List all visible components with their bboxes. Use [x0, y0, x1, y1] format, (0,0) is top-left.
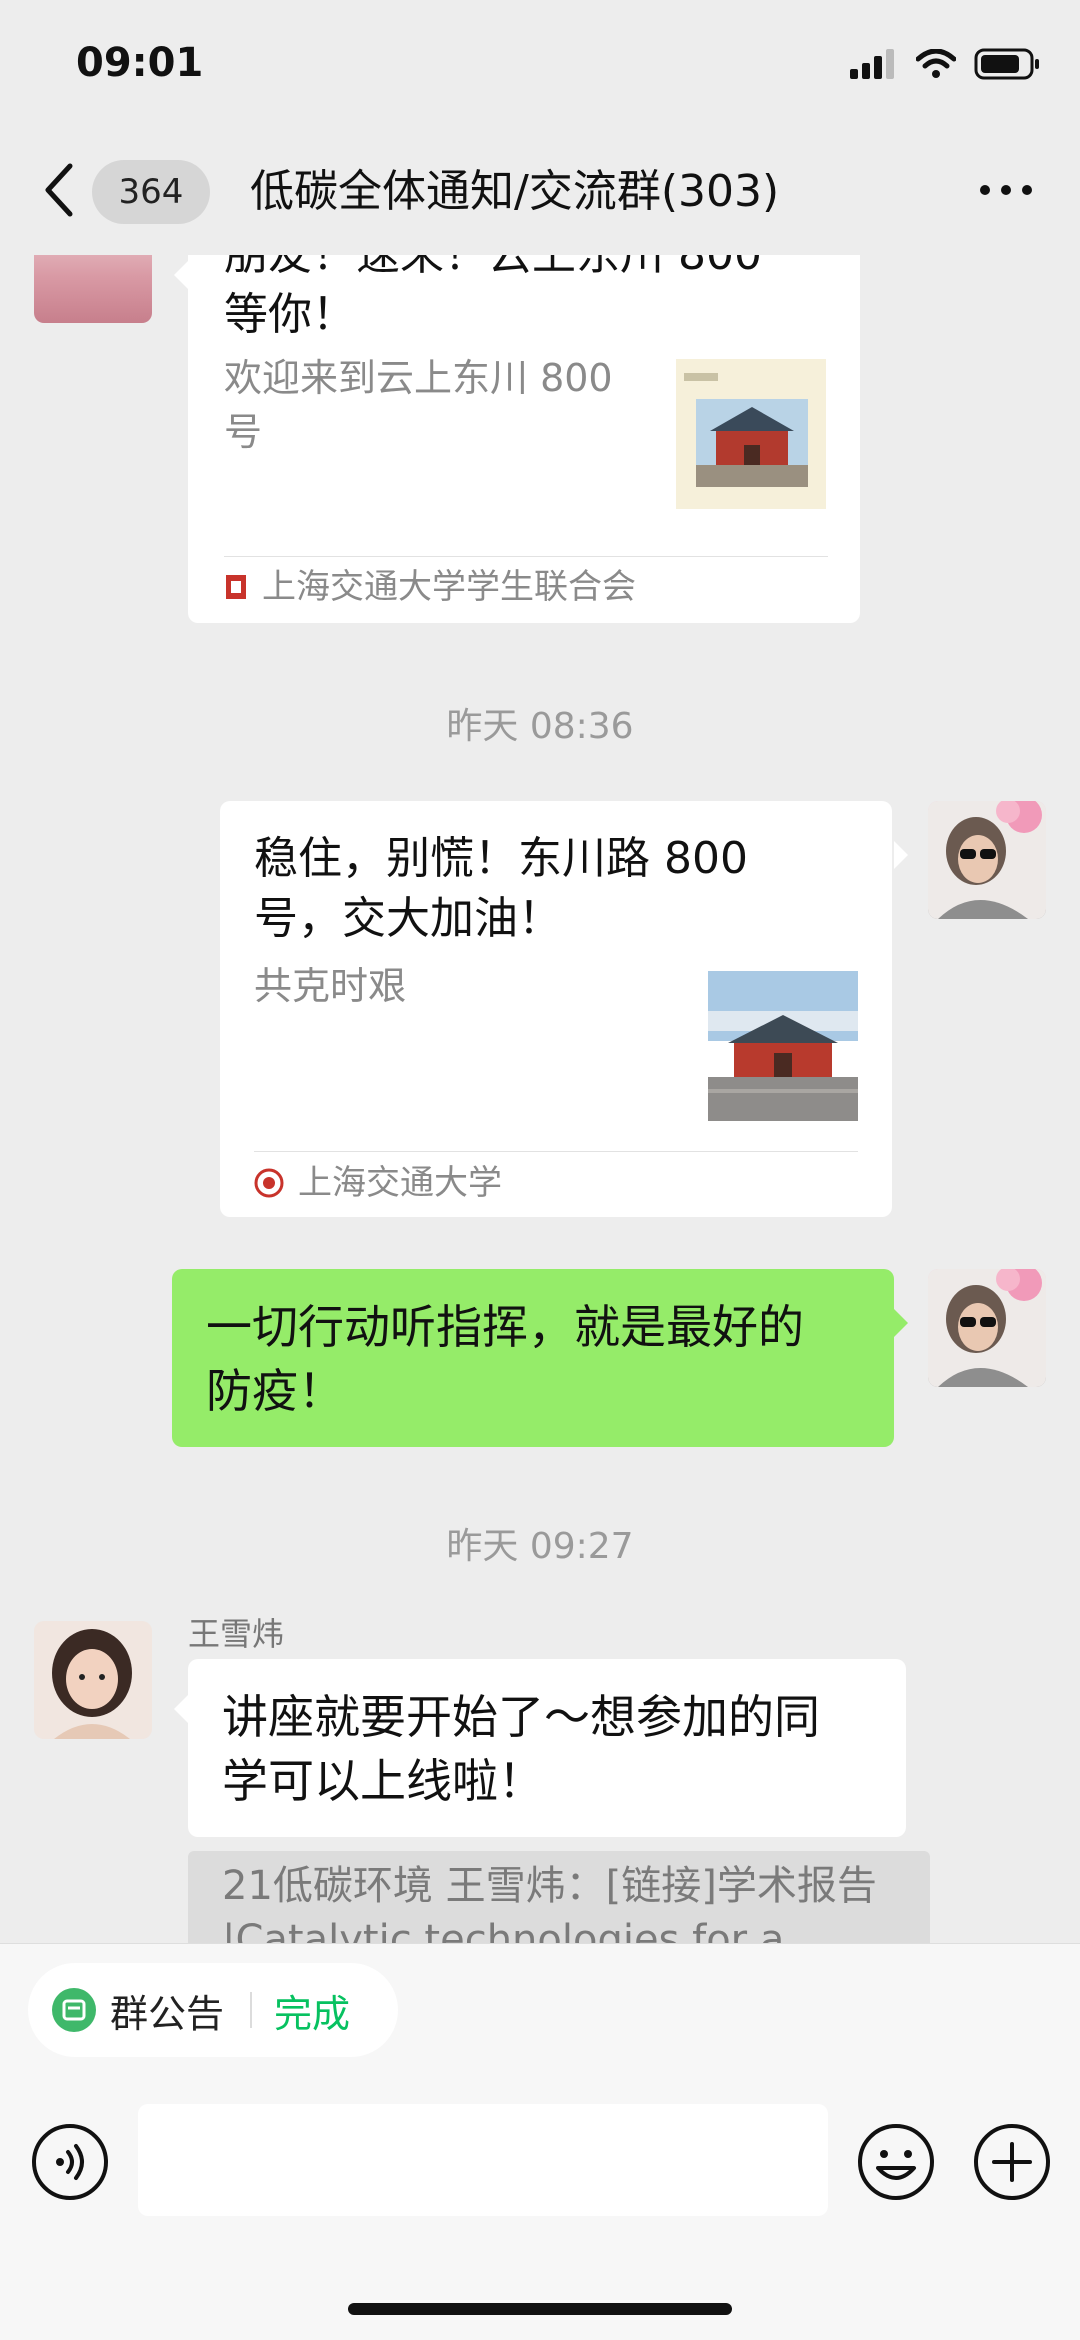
voice-icon[interactable] [30, 2122, 110, 2202]
timestamp: 昨天 09:27 [446, 1526, 634, 1567]
quote-line1: 21低碳环境 王雪炜：[链接]学术报告 [222, 1863, 877, 1909]
self-avatar[interactable] [928, 1269, 1046, 1387]
card-title-line1: 朋友！速来！云上东川 800 [224, 255, 762, 285]
card-source: 上海交通大学学生联合会 [224, 565, 636, 609]
chip-divider [250, 1992, 253, 2028]
card-divider [254, 1151, 858, 1152]
link-card[interactable]: 稳住，别慌！东川路 800 号，交大加油！ 共克时艰 上海交通大学 [220, 801, 892, 1217]
bubble-text-line2: 防疫！ [206, 1364, 344, 1418]
bubble-tail [894, 1309, 908, 1337]
source-logo-icon [226, 575, 246, 599]
more-dots-icon[interactable] [980, 172, 1040, 208]
sender-avatar[interactable] [34, 1621, 152, 1739]
signal-icon [850, 49, 894, 79]
emoji-icon[interactable] [856, 2122, 936, 2202]
message-input[interactable] [138, 2104, 828, 2216]
sender-avatar[interactable] [34, 255, 152, 323]
timestamp: 昨天 08:36 [446, 706, 634, 747]
quote-line2: |Catalytic technologies for a [222, 1917, 785, 1943]
bubble-tail [174, 261, 188, 289]
notice-label: 群公告 [110, 1991, 225, 2036]
card-title-line1: 稳住，别慌！东川路 800 [254, 833, 748, 884]
chat-title: 低碳全体通知/交流群(303) [250, 166, 780, 217]
quote-reference[interactable]: 21低碳环境 王雪炜：[链接]学术报告 |Catalytic technolog… [188, 1851, 930, 1943]
unread-count-badge[interactable]: 364 [92, 160, 210, 224]
card-source-label: 上海交通大学学生联合会 [262, 567, 636, 607]
bubble-text-line1: 讲座就要开始了～想参加的同 [222, 1690, 820, 1744]
back-chevron-icon[interactable] [40, 160, 80, 220]
status-icons [850, 48, 1040, 80]
self-avatar[interactable] [928, 801, 1046, 919]
card-desc-line2: 号 [224, 410, 263, 454]
card-divider [224, 556, 828, 557]
source-logo-icon [254, 1168, 284, 1198]
battery-icon [974, 48, 1039, 80]
sender-name: 王雪炜 [188, 1615, 285, 1653]
bubble-text-line1: 一切行动听指挥，就是最好的 [206, 1300, 804, 1354]
text-bubble-outgoing[interactable]: 一切行动听指挥，就是最好的 防疫！ [172, 1269, 894, 1447]
plus-icon[interactable] [972, 2122, 1052, 2202]
card-title-line2: 号，交大加油！ [254, 893, 562, 944]
card-desc: 共克时艰 [254, 964, 407, 1008]
card-thumbnail [708, 971, 858, 1121]
text-bubble-incoming[interactable]: 讲座就要开始了～想参加的同 学可以上线啦！ [188, 1659, 906, 1837]
notice-icon [52, 1988, 96, 2032]
chat-messages[interactable]: 朋友！速来！云上东川 800 等你！ 欢迎来到云上东川 800 号 上海交通大学… [0, 255, 1080, 1943]
home-indicator [348, 2303, 732, 2315]
status-time: 09:01 [76, 40, 204, 86]
link-card[interactable]: 朋友！速来！云上东川 800 等你！ 欢迎来到云上东川 800 号 上海交通大学… [188, 255, 860, 623]
done-button[interactable]: 完成 [274, 1983, 350, 2038]
card-thumbnail [676, 359, 826, 509]
group-notice-chip[interactable]: 群公告 完成 [28, 1963, 398, 2057]
wifi-icon [916, 49, 956, 78]
card-source: 上海交通大学 [254, 1161, 502, 1205]
card-desc-line1: 欢迎来到云上东川 800 [224, 356, 613, 400]
card-source-label: 上海交通大学 [298, 1163, 502, 1203]
bubble-text-line2: 学可以上线啦！ [222, 1754, 544, 1808]
bubble-tail [894, 841, 908, 869]
card-title-line2: 等你！ [224, 289, 356, 340]
bubble-tail [174, 1695, 188, 1723]
